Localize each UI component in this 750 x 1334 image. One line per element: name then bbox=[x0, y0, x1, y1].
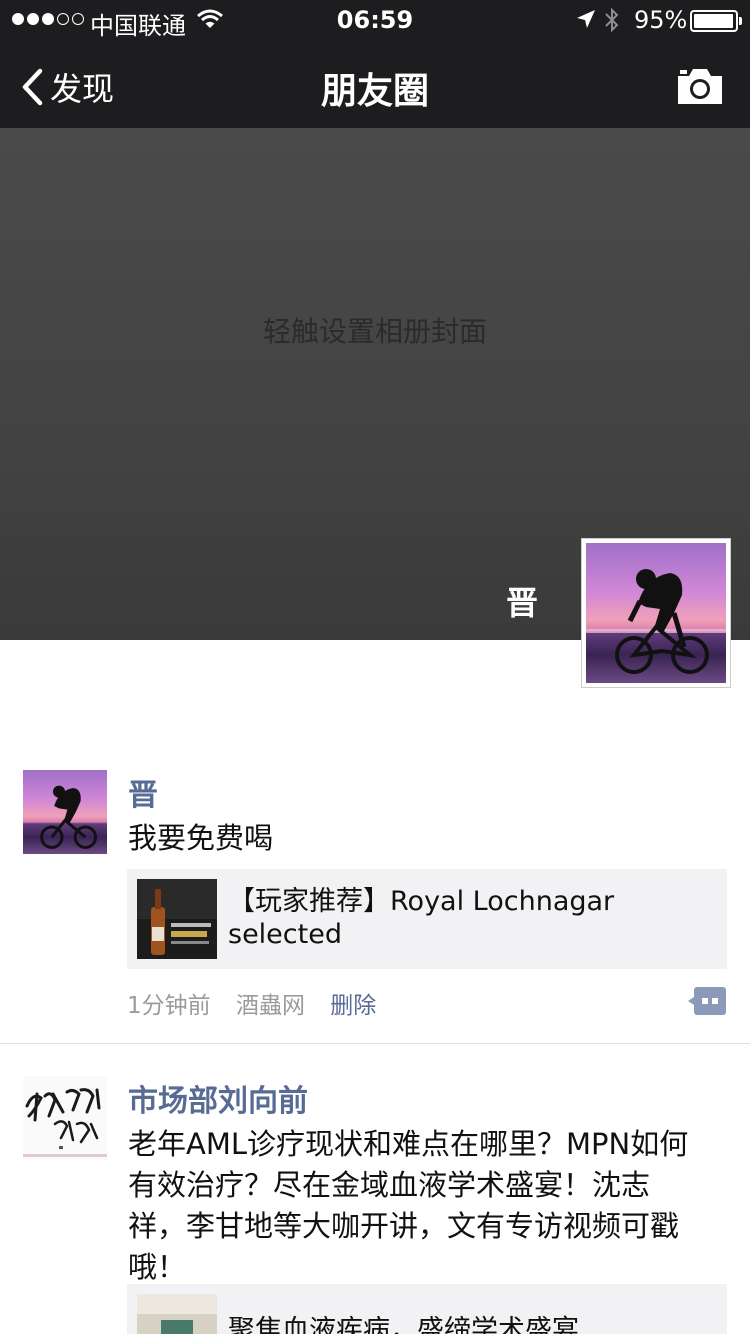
post-text: 老年AML诊疗现状和难点在哪里？MPN如何有效治疗？尽在金域血液学术盛宴！沈志祥… bbox=[128, 1127, 689, 1284]
cover-hint: 轻触设置相册封面 bbox=[262, 315, 487, 348]
page-title: 朋友圈 bbox=[320, 71, 429, 112]
post-author[interactable]: 市场部刘向前 bbox=[128, 1076, 308, 1120]
profile-avatar[interactable] bbox=[581, 538, 731, 688]
link-title: 聚焦血液疾病，盛缔学术盛宴 bbox=[228, 1315, 579, 1334]
delete-link[interactable]: 删除 bbox=[330, 993, 376, 1019]
avatar[interactable] bbox=[23, 1076, 107, 1160]
cyclist-image bbox=[586, 569, 726, 674]
link-card[interactable]: 【玩家推荐】Royal Lochnagar selected bbox=[127, 869, 727, 969]
profile-name: 晋 bbox=[505, 584, 538, 622]
moment-post: 晋 我要免费喝 【玩家推荐】Royal Lochnagar selected 1… bbox=[0, 768, 750, 1044]
nav-bar: 发现 朋友圈 bbox=[0, 40, 750, 128]
link-card[interactable]: 聚焦血液疾病，盛缔学术盛宴 bbox=[127, 1284, 727, 1334]
post-text: 我要免费喝 bbox=[128, 821, 274, 855]
link-thumbnail bbox=[137, 1294, 217, 1334]
link-title: 【玩家推荐】Royal Lochnagar selected bbox=[228, 886, 615, 950]
post-meta: 1分钟前 酒蟲网 删除 bbox=[127, 986, 394, 1020]
bluetooth-icon bbox=[605, 7, 619, 33]
battery-fill bbox=[694, 14, 733, 28]
calligraphy-image bbox=[23, 1076, 107, 1160]
link-thumbnail bbox=[137, 879, 217, 959]
status-bar: 中国联通 06:59 95% bbox=[0, 0, 750, 40]
post-time: 1分钟前 bbox=[127, 993, 211, 1019]
cyclist-image bbox=[40, 785, 98, 849]
camera-icon[interactable] bbox=[676, 66, 724, 106]
top-bar: 中国联通 06:59 95% 发现 朋友圈 bbox=[0, 0, 750, 128]
post-source[interactable]: 酒蟲网 bbox=[236, 993, 305, 1019]
location-arrow-icon bbox=[577, 10, 595, 28]
post-author[interactable]: 晋 bbox=[128, 770, 158, 814]
comment-more-icon[interactable] bbox=[688, 987, 726, 1015]
battery-percent: 95% bbox=[634, 6, 688, 34]
avatar[interactable] bbox=[23, 770, 107, 854]
battery-icon bbox=[690, 10, 742, 32]
moment-post: 市场部刘向前 老年AML诊疗现状和难点在哪里？MPN如何有效治疗？尽在金域血液学… bbox=[0, 1074, 750, 1334]
